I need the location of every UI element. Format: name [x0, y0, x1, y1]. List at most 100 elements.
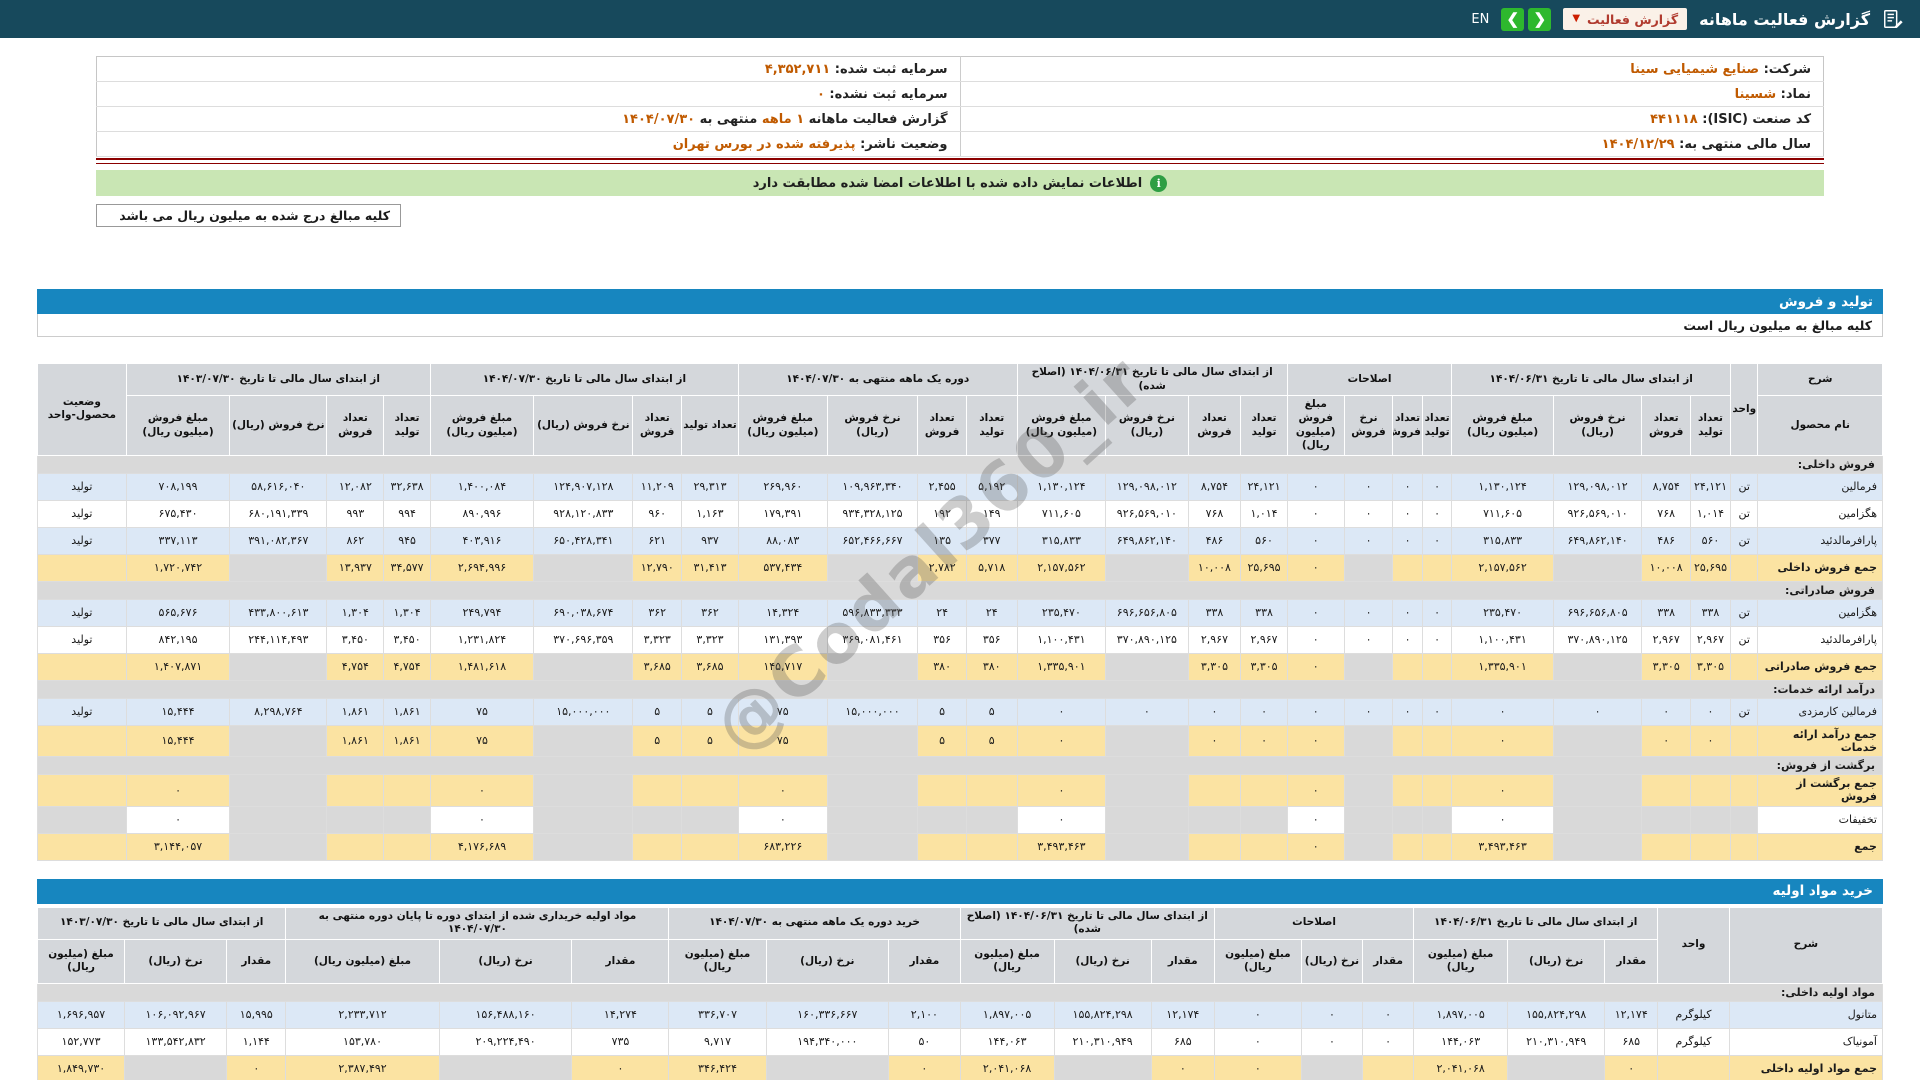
col-sub: نرخ (ریال): [438, 938, 573, 984]
cell: ۰: [1187, 697, 1242, 726]
cell: ۱,۸۴۹,۷۳۰: [36, 1054, 126, 1080]
cell: ۶۸۳,۲۲۶: [737, 832, 828, 861]
cell: ۲,۳۸۷,۴۹۲: [285, 1054, 440, 1080]
next-report-button[interactable]: ❯: [1528, 7, 1552, 31]
sales-table: شرح واحد از ابتدای سال مالی تا تاریخ ۱۴۰۴/…: [37, 362, 1883, 861]
info-label: منتهی به: [695, 111, 762, 127]
cell: ۱,۸۶۱: [383, 697, 431, 726]
cell: [1187, 832, 1242, 861]
cell: ۱۷۹,۳۹۱: [737, 499, 828, 528]
cell: ۳,۶۸۵: [680, 652, 739, 681]
signature-banner: i اطلاعات نمایش داده شده با اطلاعات امضا…: [96, 170, 1824, 196]
cell: ۵۳۷,۴۳۴: [737, 553, 828, 582]
cell: ۱۲۹,۰۹۸,۰۱۲: [1105, 472, 1189, 501]
red-divider-thin: [96, 163, 1824, 164]
cell: ۲۹,۳۱۳: [680, 472, 739, 501]
col-sub: مقدار: [1604, 938, 1659, 984]
cell: ۳۳۸: [1641, 598, 1691, 627]
cell: ۱,۳۳۵,۹۰۱: [1016, 652, 1107, 681]
row-status: [37, 553, 127, 582]
cell: ۳۷۰,۸۹۰,۱۲۵: [1552, 625, 1643, 654]
col-sub: تعداد تولید: [1689, 395, 1732, 456]
section-label: فروش داخلی:: [37, 454, 1883, 474]
col-group: از ابتدای سال مالی تا تاریخ ۱۴۰۴/۰۶/۳۱ (…: [1016, 362, 1288, 397]
cell: [1392, 805, 1423, 834]
cell: ۱,۱۴۴: [226, 1027, 287, 1056]
cell: ۰: [1300, 1000, 1364, 1029]
cell: [229, 724, 328, 758]
col-sub: مبلغ (میلیون ریال): [1413, 938, 1509, 984]
cell: ۰: [1362, 1000, 1415, 1029]
cell: ۱۹۲: [917, 499, 967, 528]
col-group: از ابتدای سال مالی تا تاریخ ۱۴۰۴/۰۶/۳۱: [1413, 906, 1659, 940]
cell: ۰: [1392, 598, 1423, 627]
cell: ۱,۳۰۴: [326, 598, 385, 627]
cell: [1552, 724, 1643, 758]
cell: ۶۸۰,۱۹۱,۳۳۹: [229, 499, 328, 528]
cell: [826, 832, 919, 861]
cell: ۱,۴۰۰,۰۸۴: [429, 472, 535, 501]
info-label: وضعیت ناشر:: [855, 136, 948, 152]
cell: ۰: [1343, 526, 1394, 555]
cell: ۳۳۸: [1187, 598, 1242, 627]
cell: [383, 774, 431, 807]
cell: ۱۵,۹۹۵: [226, 1000, 287, 1029]
prev-report-button[interactable]: ❮: [1501, 7, 1525, 31]
cell: [533, 553, 634, 582]
cell: ۰: [1451, 774, 1554, 807]
cell: ۲,۷۸۲: [917, 553, 967, 582]
cell: ۵۸,۶۱۶,۰۴۰: [229, 472, 328, 501]
cell: ۸,۷۵۴: [1641, 472, 1691, 501]
cell: [229, 652, 328, 681]
header-row: نام محصول تعداد تولید تعداد فروش نرخ فروش (…: [38, 395, 1883, 456]
table-row: جمع درآمد ارائه خدمات ۰ ۰ ۰ ۰ ۰ ۰ ۰ ۵ ۵ ۷۵ ۵ ۵ ۷۵ ۱,۸۶…: [37, 724, 1883, 758]
cell: [229, 774, 328, 807]
cell: ۱۱,۲۰۹: [632, 472, 682, 501]
cell: ۴۳۳,۸۰۰,۶۱۳: [229, 598, 328, 627]
cell: ۲,۹۶۷: [1240, 625, 1288, 654]
report-type-dropdown[interactable]: گزارش فعالیت ▼: [1563, 8, 1688, 30]
cell: ۰: [1343, 625, 1394, 654]
cell: ۱۴,۳۲۴: [737, 598, 828, 627]
section-label: فروش صادراتی:: [37, 580, 1883, 600]
cell: ۰: [737, 774, 828, 807]
cell: ۶۹۶,۶۵۶,۸۰۵: [1105, 598, 1189, 627]
cell: ۰: [429, 774, 535, 807]
cell: ۱۳,۹۳۷: [326, 553, 385, 582]
cell: ۰: [1286, 625, 1345, 654]
cell: ۰: [1343, 472, 1394, 501]
cell: [1689, 774, 1732, 807]
cell: ۹۹۴: [383, 499, 431, 528]
cell: ۱۵,۰۰۰,۰۰۰: [533, 697, 634, 726]
cell: [1507, 1054, 1606, 1080]
cell: ۳۲,۶۳۸: [383, 472, 431, 501]
cell: ۵۶۵,۶۷۶: [125, 598, 231, 627]
cell: ۰: [737, 805, 828, 834]
row-status: تولید: [37, 526, 127, 555]
header-row: شرح واحد از ابتدای سال مالی تا تاریخ ۱۴۰۴/…: [37, 362, 1883, 456]
row-label: پارافرمالدئید: [1757, 526, 1883, 555]
row-label: جمع فروش داخلی: [1757, 553, 1883, 582]
cell: ۵: [680, 697, 739, 726]
col-sub: مبلغ فروش (میلیون ریال): [429, 395, 535, 456]
cell: [826, 774, 919, 807]
cell: [680, 832, 739, 861]
section-sales-header: تولید و فروش: [37, 289, 1883, 314]
cell: ۰: [1240, 724, 1288, 758]
cell: ۱,۱۳۰,۱۲۴: [1451, 472, 1554, 501]
cell: [533, 652, 634, 681]
col-sub: تعداد فروش: [1187, 395, 1242, 456]
cell: [1362, 1054, 1415, 1080]
language-toggle[interactable]: EN: [1471, 12, 1489, 27]
cell: [1343, 832, 1394, 861]
cell: [438, 1054, 573, 1080]
cell: [1343, 805, 1394, 834]
cell: ۳۱۵,۸۳۳: [1016, 526, 1107, 555]
cell: ۱,۶۹۶,۹۵۷: [36, 1000, 126, 1029]
cell: ۰: [1604, 1054, 1659, 1080]
cell: ۲,۰۴۱,۰۶۸: [1413, 1054, 1509, 1080]
table-row: جمع برگشت از فروش ۰ ۰ ۰ ۰ ۰ ۰: [37, 774, 1883, 807]
cell: ۱,۸۶۱: [383, 724, 431, 758]
cell: ۵: [632, 697, 682, 726]
col-group: اصلاحات: [1213, 906, 1415, 940]
